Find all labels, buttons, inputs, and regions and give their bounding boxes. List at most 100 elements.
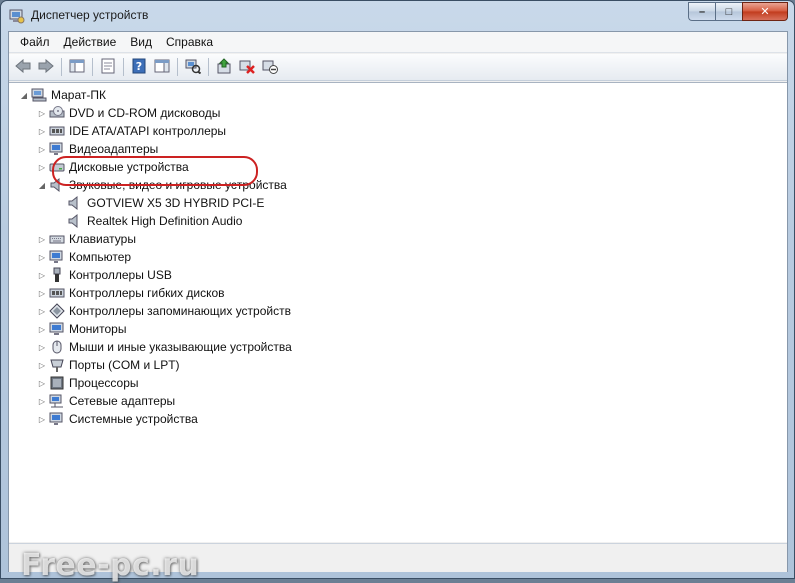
- menu-file[interactable]: Файл: [13, 35, 57, 49]
- forward-button[interactable]: [35, 56, 57, 78]
- close-icon: ✕: [760, 6, 770, 18]
- tree-item-label: Видеоадаптеры: [69, 142, 159, 156]
- expand-arrow-icon[interactable]: ▷: [37, 374, 47, 392]
- show-hide-console-tree-button[interactable]: [66, 56, 88, 78]
- tree-item-network-adapters[interactable]: ▷ Сетевые адаптеры: [37, 392, 175, 410]
- caption-buttons: – □ ✕: [688, 2, 788, 21]
- show-hide-console-tree-icon: [69, 59, 85, 76]
- tree-item-computer[interactable]: ▷ Компьютер: [37, 248, 131, 266]
- tree-item-system-devices[interactable]: ▷ Системные устройства: [37, 410, 198, 428]
- tree-item-monitors[interactable]: ▷ Мониторы: [37, 320, 127, 338]
- expand-arrow-icon[interactable]: ▷: [37, 266, 47, 284]
- expand-arrow-icon[interactable]: ▷: [37, 122, 47, 140]
- disable-button[interactable]: [259, 56, 281, 78]
- back-button[interactable]: [12, 56, 34, 78]
- expand-arrow-icon[interactable]: ▷: [37, 356, 47, 374]
- expand-arrow-icon[interactable]: ▷: [37, 302, 47, 320]
- processor-icon: [49, 375, 65, 391]
- update-driver-button[interactable]: [213, 56, 235, 78]
- device-manager-app-icon: [9, 8, 25, 24]
- tree-item-label: DVD и CD-ROM дисководы: [69, 106, 221, 120]
- expand-arrow-icon[interactable]: ▷: [37, 338, 47, 356]
- tree-item-ide[interactable]: ▷ IDE ATA/ATAPI контроллеры: [37, 122, 226, 140]
- tree-item-label: Порты (COM и LPT): [69, 358, 180, 372]
- expand-arrow-icon[interactable]: ▷: [37, 284, 47, 302]
- tree-item-label: Компьютер: [69, 250, 132, 264]
- action-pane-icon: [154, 59, 170, 76]
- tree-root-node[interactable]: ◢ Марат-ПК: [19, 86, 106, 104]
- toolbar-separator: [61, 58, 62, 76]
- title-bar[interactable]: Диспетчер устройств – □ ✕: [1, 1, 794, 31]
- minimize-icon: –: [698, 5, 706, 18]
- monitor-icon: [49, 249, 65, 265]
- menu-view[interactable]: Вид: [123, 35, 159, 49]
- tree-item-dvd[interactable]: ▷ DVD и CD-ROM дисководы: [37, 104, 220, 122]
- expand-arrow-icon[interactable]: ▷: [37, 392, 47, 410]
- menu-bar: Файл Действие Вид Справка: [9, 32, 787, 53]
- help-icon: ?: [132, 58, 146, 77]
- collapse-arrow-icon[interactable]: ◢: [37, 176, 47, 194]
- expand-arrow-icon[interactable]: ▷: [37, 140, 47, 158]
- tree-item-label: Realtek High Definition Audio: [87, 214, 243, 228]
- svg-text:?: ?: [136, 60, 142, 73]
- disable-icon: [262, 58, 278, 77]
- floppy-controller-icon: [49, 285, 65, 301]
- tree-item-label: IDE ATA/ATAPI контроллеры: [69, 124, 227, 138]
- dvd-drive-icon: [49, 105, 65, 121]
- expand-arrow-icon[interactable]: ▷: [37, 410, 47, 428]
- toolbar-separator: [123, 58, 124, 76]
- toolbar-separator: [208, 58, 209, 76]
- window-title: Диспетчер устройств: [31, 8, 149, 22]
- properties-button[interactable]: [97, 56, 119, 78]
- display-adapter-icon: [49, 141, 65, 157]
- monitor-icon: [49, 321, 65, 337]
- tree-item-label: Контроллеры гибких дисков: [69, 286, 225, 300]
- usb-icon: [49, 267, 65, 283]
- tree-item-storage-controllers[interactable]: ▷ Контроллеры запоминающих устройств: [37, 302, 291, 320]
- speaker-icon: [67, 213, 83, 229]
- close-button[interactable]: ✕: [742, 2, 788, 21]
- expand-arrow-icon[interactable]: ▷: [37, 320, 47, 338]
- menu-action[interactable]: Действие: [57, 35, 124, 49]
- tree-item-ports[interactable]: ▷ Порты (COM и LPT): [37, 356, 180, 374]
- tree-item-label: Сетевые адаптеры: [69, 394, 176, 408]
- forward-icon: [38, 58, 54, 76]
- tree-child-realtek[interactable]: Realtek High Definition Audio: [65, 212, 242, 230]
- expand-arrow-icon[interactable]: ▷: [37, 158, 47, 176]
- expand-arrow-icon[interactable]: ▷: [37, 104, 47, 122]
- help-button[interactable]: ?: [128, 56, 150, 78]
- minimize-button[interactable]: –: [688, 2, 715, 21]
- system-device-icon: [49, 411, 65, 427]
- tree-child-gotview[interactable]: GOTVIEW X5 3D HYBRID PCI-E: [65, 194, 264, 212]
- tree-item-label: Контроллеры USB: [69, 268, 172, 282]
- tree-item-usb[interactable]: ▷ Контроллеры USB: [37, 266, 172, 284]
- tree-item-label: Системные устройства: [69, 412, 198, 426]
- expand-arrow-icon[interactable]: ▷: [37, 248, 47, 266]
- menu-help[interactable]: Справка: [159, 35, 220, 49]
- watermark: Free-pc.ru: [21, 548, 200, 583]
- tree-item-label: Контроллеры запоминающих устройств: [69, 304, 291, 318]
- device-manager-window: Диспетчер устройств – □ ✕ Файл Действие …: [0, 0, 795, 583]
- tree-item-mice[interactable]: ▷ Мыши и иные указывающие устройства: [37, 338, 292, 356]
- storage-controller-icon: [49, 303, 65, 319]
- tree-item-label: Мониторы: [69, 322, 127, 336]
- tree-item-floppy-controllers[interactable]: ▷ Контроллеры гибких дисков: [37, 284, 225, 302]
- toolbar-separator: [177, 58, 178, 76]
- speaker-icon: [67, 195, 83, 211]
- uninstall-icon: [239, 58, 255, 77]
- highlight-ring: [52, 156, 258, 186]
- tree-item-processors[interactable]: ▷ Процессоры: [37, 374, 139, 392]
- expand-arrow-icon[interactable]: ▷: [37, 230, 47, 248]
- maximize-button[interactable]: □: [715, 2, 742, 21]
- maximize-icon: □: [725, 5, 733, 18]
- uninstall-button[interactable]: [236, 56, 258, 78]
- scan-hardware-icon: [185, 58, 202, 77]
- tree-root-label: Марат-ПК: [51, 88, 106, 102]
- network-adapter-icon: [49, 393, 65, 409]
- tree-item-keyboards[interactable]: ▷ Клавиатуры: [37, 230, 136, 248]
- collapse-arrow-icon[interactable]: ◢: [19, 86, 29, 104]
- device-tree[interactable]: ◢ Марат-ПК ▷ DVD и CD-ROM дисководы ▷ ID…: [9, 82, 787, 542]
- tree-item-label: Мыши и иные указывающие устройства: [69, 340, 292, 354]
- action-pane-button[interactable]: [151, 56, 173, 78]
- scan-hardware-button[interactable]: [182, 56, 204, 78]
